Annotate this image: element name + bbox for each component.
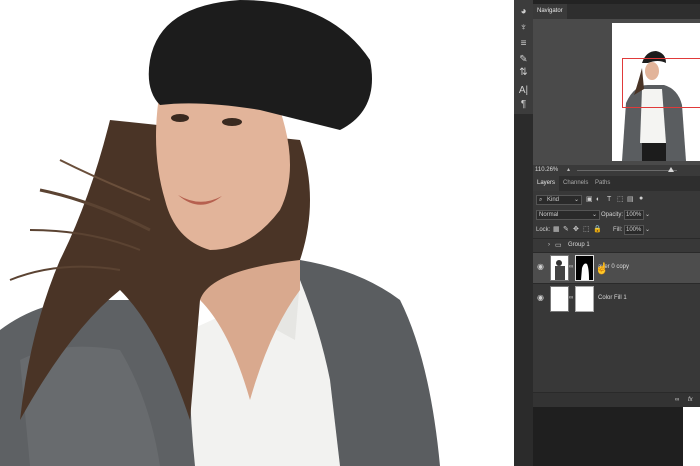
fill-value: 100% xyxy=(626,227,642,233)
link-icon[interactable]: ∞ xyxy=(569,294,573,303)
blend-row: Normal ⌄ Opacity: 100% ⌄ xyxy=(533,209,700,221)
tab-channels[interactable]: Channels xyxy=(559,176,592,191)
tab-navigator[interactable]: Navigator xyxy=(533,4,567,19)
layer-mask-thumbnail[interactable] xyxy=(575,286,594,312)
filter-kind-select[interactable]: ⌕ Kind ⌄ xyxy=(536,195,582,205)
navigator-thumbnail xyxy=(612,23,700,161)
navigator-tabbar: Navigator xyxy=(533,4,700,19)
filter-smart-object-icon[interactable]: ▤ xyxy=(627,195,634,204)
zoom-level[interactable]: 110.26% xyxy=(535,165,558,176)
layer-filter-row: ⌕ Kind ⌄ ▣ ◐ T ⬚ ▤ ● xyxy=(533,194,700,206)
fill-field[interactable]: 100% xyxy=(624,225,644,235)
layer-name: Group 1 xyxy=(568,242,590,248)
layer-thumbnail-figure xyxy=(555,260,565,280)
tab-paths[interactable]: Paths xyxy=(591,176,614,191)
blend-mode-value: Normal xyxy=(539,212,559,218)
navigator-panel: Navigator 110.26% ▴ xyxy=(533,4,700,176)
chevron-right-icon[interactable]: › xyxy=(548,241,550,250)
layer-row-fill[interactable]: ◉ ∞ Color Fill 1 xyxy=(533,283,700,314)
folder-icon: ▭ xyxy=(555,242,562,249)
layers-footer: ∞ fx xyxy=(533,392,700,408)
filter-adjustment-icon[interactable]: ◐ xyxy=(596,195,600,204)
blend-mode-select[interactable]: Normal ⌄ xyxy=(536,210,600,220)
fx-icon[interactable]: fx xyxy=(688,396,693,405)
chevron-down-icon: ⌄ xyxy=(574,197,580,203)
navigator-zoom-bar: 110.26% ▴ xyxy=(533,165,700,176)
zoom-slider[interactable] xyxy=(577,170,677,171)
layer-mask-shape xyxy=(581,263,589,280)
paint-brush-icon[interactable]: ✎ xyxy=(517,54,530,65)
filter-toggle-icon[interactable]: ● xyxy=(639,194,643,203)
chevron-down-icon: ⌄ xyxy=(592,212,598,218)
filter-type-icon[interactable]: T xyxy=(607,195,611,204)
layer-thumbnail xyxy=(550,255,569,281)
text-icon[interactable]: A| xyxy=(517,85,530,96)
lock-row: Lock: ▦ ✎ ✥ ⬚ 🔒 Fill: 100% ⌄ xyxy=(533,224,700,236)
lock-artboard-icon[interactable]: ⬚ xyxy=(583,225,590,234)
link-icon[interactable]: ∞ xyxy=(675,396,679,405)
navigator-preview[interactable] xyxy=(533,19,700,165)
navigator-view-box[interactable] xyxy=(622,58,700,108)
lock-label: Lock: xyxy=(536,227,551,233)
layer-name: Color Fill 1 xyxy=(598,295,627,301)
filter-kind-label: Kind xyxy=(547,197,560,203)
layer-row-selected[interactable]: ◉ ∞ ayer 0 copy ☝ xyxy=(533,252,700,283)
zoom-out-icon[interactable]: ▴ xyxy=(567,165,570,176)
canvas-edge xyxy=(683,407,700,466)
chevron-down-icon[interactable]: ⌄ xyxy=(645,225,650,235)
panel-icon-column: ◕ ♆ ≡ ✎ ⇅ A| ¶ xyxy=(514,0,534,114)
visibility-eye-icon[interactable]: ◉ xyxy=(537,293,544,302)
opacity-value: 100% xyxy=(626,212,642,218)
layers-panel: Layers Channels Paths ⌕ Kind ⌄ ▣ ◐ T ⬚ ▤… xyxy=(533,176,700,408)
opacity-field[interactable]: 100% xyxy=(624,210,644,220)
layers-empty-area xyxy=(533,314,700,392)
link-icon[interactable]: ∞ xyxy=(569,263,573,272)
lock-transparent-icon[interactable]: ▦ xyxy=(553,225,560,234)
right-panels: Navigator 110.26% ▴ Layers Channels Path… xyxy=(533,0,700,466)
filter-pixel-icon[interactable]: ▣ xyxy=(586,195,593,204)
adjust-brush-icon[interactable]: ♆ xyxy=(517,22,530,33)
fill-label: Fill: xyxy=(613,227,623,233)
photo-of-woman-in-beret xyxy=(0,0,440,466)
color-wheel-icon[interactable]: ◕ xyxy=(517,6,530,17)
lock-position-icon[interactable]: ✥ xyxy=(573,225,579,234)
sliders-icon[interactable]: ≡ xyxy=(517,38,530,49)
chevron-down-icon[interactable]: ⌄ xyxy=(645,210,650,220)
document-canvas[interactable] xyxy=(0,0,514,466)
arrange-icon[interactable]: ⇅ xyxy=(517,67,530,78)
fill-swatch-thumbnail xyxy=(550,286,569,312)
lock-all-icon[interactable]: 🔒 xyxy=(593,225,602,234)
zoom-slider-knob[interactable] xyxy=(668,167,674,172)
lock-image-icon[interactable]: ✎ xyxy=(563,225,569,234)
panel-dock-background xyxy=(533,407,700,466)
tab-layers[interactable]: Layers xyxy=(533,176,560,191)
filter-shape-icon[interactable]: ⬚ xyxy=(617,195,624,204)
hand-cursor-icon: ☝ xyxy=(595,263,609,275)
paragraph-icon[interactable]: ¶ xyxy=(517,99,530,110)
layer-row-group[interactable]: › ▭ Group 1 xyxy=(533,238,700,252)
search-icon: ⌕ xyxy=(539,197,543,203)
opacity-label: Opacity: xyxy=(601,212,624,218)
layer-mask-thumbnail[interactable] xyxy=(575,255,594,281)
layers-tabbar: Layers Channels Paths xyxy=(533,176,700,191)
visibility-eye-icon[interactable]: ◉ xyxy=(537,262,544,271)
